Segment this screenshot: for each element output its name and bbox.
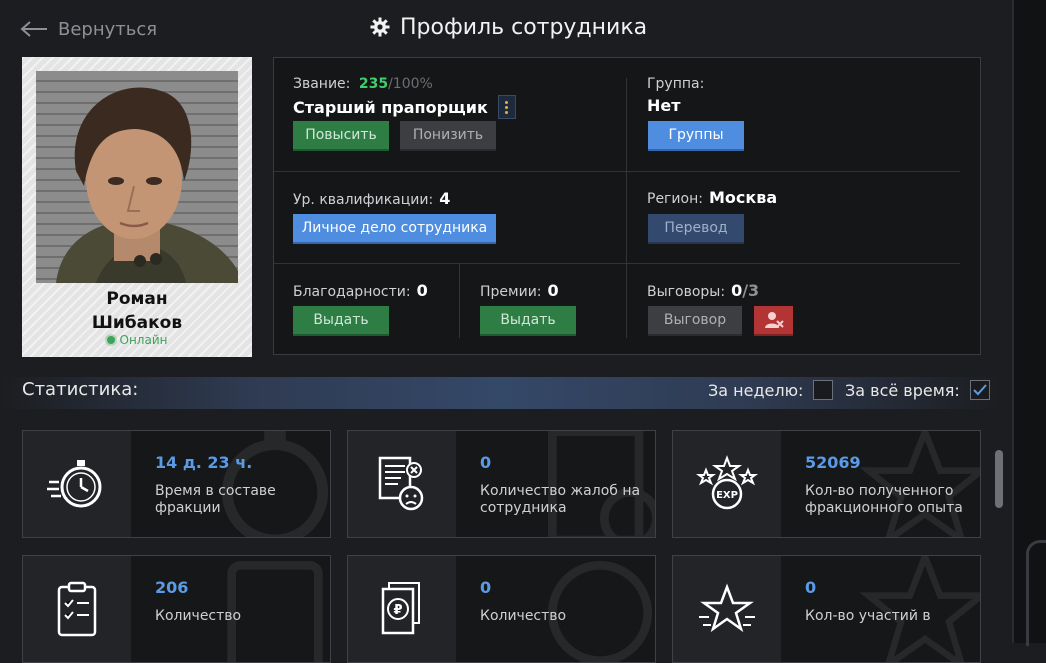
- employee-last-name: Шибаков: [91, 313, 183, 333]
- qualification-label: Ур. квалификации:: [293, 192, 434, 208]
- region-label: Регион:: [647, 191, 703, 207]
- stat-value-faction-time: 14 д. 23 ч.: [155, 453, 253, 472]
- user-remove-icon: [764, 312, 784, 328]
- stat-value-complaints: 0: [480, 453, 492, 472]
- thanks-value: 0: [416, 281, 428, 300]
- week-filter: За неделю:: [708, 380, 834, 400]
- svg-text:EXP: EXP: [716, 490, 738, 501]
- stat-tile-experience: EXP 52069 Кол-во полученного фракционног…: [672, 430, 981, 538]
- arrow-left-icon: [20, 21, 47, 37]
- demote-button[interactable]: Понизить: [400, 121, 496, 151]
- online-status-label: Онлайн: [119, 333, 168, 347]
- rank-row: Звание: 235/100%: [293, 76, 433, 92]
- ruble-document-icon: ₽: [348, 556, 456, 662]
- give-thanks-button[interactable]: Выдать: [293, 306, 389, 336]
- checkmark-icon: [973, 384, 987, 396]
- rank-label: Звание:: [293, 76, 351, 92]
- remove-employee-button[interactable]: [754, 306, 793, 336]
- thanks-label: Благодарности:: [293, 284, 411, 300]
- promote-button[interactable]: Повысить: [293, 121, 389, 151]
- stat-tile-events: 0 Кол-во участий в: [672, 555, 981, 663]
- frame-decoration: [1026, 540, 1046, 646]
- panel-divider-horizontal-2: [274, 263, 960, 264]
- give-bonus-button[interactable]: Выдать: [480, 306, 576, 336]
- stat-value-events: 0: [805, 578, 817, 597]
- gear-icon: [370, 17, 390, 37]
- stat-label-experience: Кол-во полученного фракционного опыта: [805, 483, 963, 516]
- qualification-value: 4: [439, 189, 451, 208]
- reprimand-button[interactable]: Выговор: [648, 306, 742, 336]
- stopwatch-icon: [23, 431, 131, 537]
- exp-stars-icon: EXP: [673, 431, 781, 537]
- back-label: Вернуться: [58, 18, 158, 40]
- qualification-row: Ур. квалификации: 4: [293, 189, 450, 208]
- rank-progress-max: /100%: [388, 76, 433, 92]
- bonuses-row: Премии: 0: [480, 281, 559, 300]
- employee-card: Роман Шибаков Онлайн: [22, 57, 252, 357]
- stat-tile-faction-time: 14 д. 23 ч. Время в составе фракции: [22, 430, 331, 538]
- rank-progress: 235: [358, 76, 389, 92]
- stat-label-complaints: Количество жалоб на сотрудника: [480, 483, 641, 516]
- profile-panel: Звание: 235/100% Старший прапорщик Повыс…: [273, 57, 981, 355]
- reprimands-row: Выговоры: 0/3: [647, 281, 759, 300]
- stat-tile-tasks: 206 Количество: [22, 555, 331, 663]
- stat-label-tasks: Количество: [155, 608, 242, 624]
- panel-divider-vertical: [626, 78, 627, 338]
- clipboard-checklist-icon: [23, 556, 131, 662]
- employee-photo: [36, 71, 238, 283]
- group-value: Нет: [647, 96, 681, 115]
- region-row: Регион: Москва: [647, 188, 777, 207]
- page-title-text: Профиль сотрудника: [400, 14, 648, 40]
- online-status: Онлайн: [22, 333, 252, 347]
- page-title: Профиль сотрудника: [370, 10, 647, 44]
- stat-label-events: Кол-во участий в: [805, 608, 931, 624]
- stat-value-experience: 52069: [805, 453, 861, 472]
- groups-button[interactable]: Группы: [648, 121, 744, 151]
- stat-tile-fines: ₽ 0 Количество: [347, 555, 656, 663]
- stat-tile-complaints: 0 Количество жалоб на сотрудника: [347, 430, 656, 538]
- all-time-checkbox[interactable]: [969, 380, 990, 400]
- stat-value-tasks: 206: [155, 578, 189, 597]
- svg-text:₽: ₽: [393, 603, 402, 618]
- employee-first-name: Роман: [106, 289, 168, 309]
- bonuses-label: Премии:: [480, 284, 542, 300]
- reprimands-max: /3: [742, 281, 760, 300]
- rank-value: Старший прапорщик: [293, 97, 488, 117]
- frame-divider: [1012, 0, 1014, 643]
- week-filter-label: За неделю:: [708, 380, 804, 400]
- rank-insignia-icon: [497, 95, 516, 119]
- scrollbar-thumb[interactable]: [995, 450, 1003, 508]
- reprimands-value: 0: [731, 281, 743, 300]
- complaint-document-icon: [348, 431, 456, 537]
- all-time-filter: За всё время:: [845, 380, 990, 400]
- week-checkbox[interactable]: [813, 380, 834, 400]
- all-time-filter-label: За всё время:: [845, 380, 960, 400]
- status-dot-icon: [106, 336, 115, 344]
- stat-label-faction-time: Время в составе фракции: [155, 483, 276, 516]
- panel-divider-horizontal: [274, 171, 960, 172]
- region-value: Москва: [708, 188, 778, 207]
- stat-label-fines: Количество: [480, 608, 567, 624]
- stat-value-fines: 0: [480, 578, 492, 597]
- back-button[interactable]: Вернуться: [20, 14, 157, 44]
- group-label: Группа:: [647, 76, 705, 92]
- star-icon: [673, 556, 781, 662]
- panel-divider-vertical-2: [459, 264, 460, 338]
- transfer-button[interactable]: Перевод: [648, 214, 744, 244]
- rank-value-row: Старший прапорщик: [293, 95, 516, 119]
- statistics-title: Статистика:: [22, 379, 139, 400]
- personal-file-button[interactable]: Личное дело сотрудника: [293, 214, 496, 244]
- reprimands-label: Выговоры:: [647, 284, 726, 300]
- bonuses-value: 0: [547, 281, 559, 300]
- thanks-row: Благодарности: 0: [293, 281, 428, 300]
